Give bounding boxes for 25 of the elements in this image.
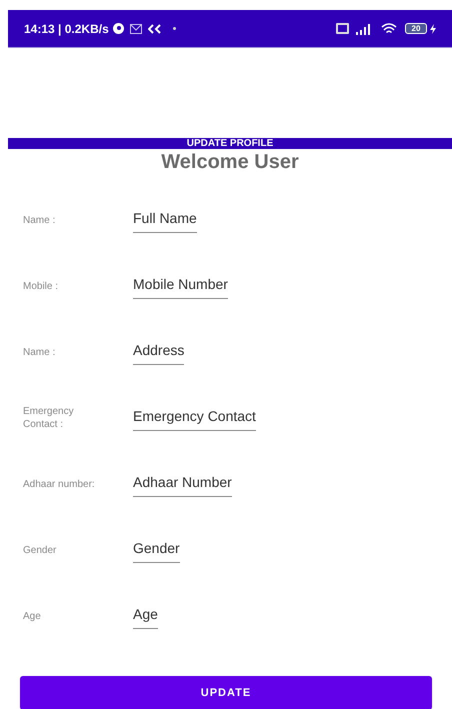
input-field[interactable]: Gender <box>133 538 180 562</box>
welcome-heading: Welcome User <box>160 150 300 175</box>
title-banner: UPDATE PROFILE <box>8 138 452 149</box>
field-label: Mobile : <box>23 280 60 292</box>
field-label: Gender <box>23 544 58 556</box>
input-field[interactable]: Adhaar Number <box>133 472 232 496</box>
input-field[interactable]: Mobile Number <box>133 274 228 298</box>
field-label: Age <box>23 610 42 622</box>
signal-icon <box>355 22 373 34</box>
status-time: 14:13 | 0.2KB/s <box>24 20 109 38</box>
dot-icon <box>172 27 176 30</box>
input-field[interactable]: Address <box>133 340 184 364</box>
field-label: Name : <box>23 346 56 358</box>
field-label: Emergency Contact : <box>23 405 75 431</box>
battery-icon: 20 <box>405 23 427 34</box>
update-button[interactable]: UPDATE <box>20 676 432 709</box>
field-label: Name : <box>23 214 56 226</box>
input-field[interactable]: Full Name <box>133 208 197 232</box>
mail-icon <box>130 24 142 34</box>
input-field[interactable]: Emergency Contact <box>133 406 256 430</box>
charging-icon <box>430 24 436 34</box>
input-field[interactable]: Age <box>133 604 158 628</box>
field-label: Adhaar number: <box>23 478 96 490</box>
wifi-icon <box>381 22 397 34</box>
arrows-icon <box>148 24 161 34</box>
